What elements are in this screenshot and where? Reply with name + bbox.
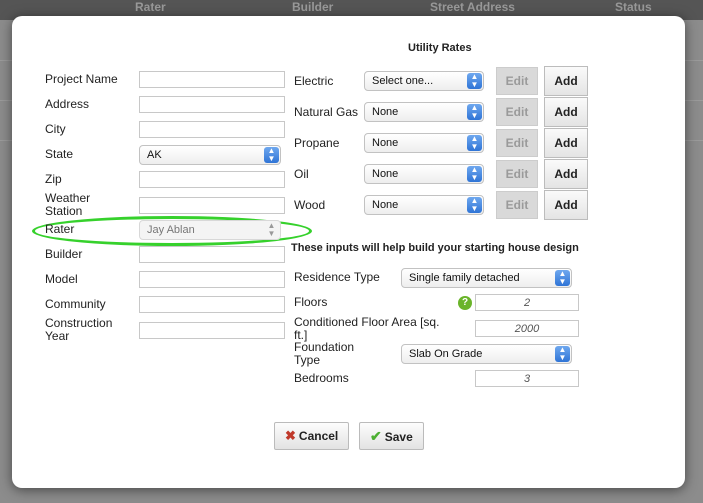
community-label: Community — [45, 297, 106, 311]
bedrooms-label: Bedrooms — [294, 371, 349, 385]
residence-type-label: Residence Type — [294, 270, 380, 284]
utility-edit-button-natural-gas[interactable]: Edit — [496, 98, 538, 126]
construction-year-label: Construction Year — [45, 316, 113, 343]
utility-label-propane: Propane — [294, 136, 340, 150]
utility-label-electric: Electric — [294, 74, 334, 88]
utility-add-button-oil[interactable]: Add — [544, 159, 588, 189]
utility-edit-button-oil[interactable]: Edit — [496, 160, 538, 188]
foundation-type-label: Foundation Type — [294, 340, 355, 367]
utility-select-natural-gas[interactable]: None ▲ ▼ — [364, 102, 484, 122]
foundation-type-value: Slab On Grade — [409, 348, 483, 360]
chevron-updown-icon: ▲ ▼ — [467, 104, 482, 120]
utility-select-value: None — [372, 137, 399, 149]
new-project-dialog: Project Name Address City State AK ▲ ▼ Zi… — [12, 16, 685, 488]
conditioned-floor-area-label: Conditioned Floor Area [sq. ft.] — [294, 315, 440, 342]
model-input[interactable] — [139, 271, 285, 288]
residence-type-select[interactable]: Single family detached ▲ ▼ — [401, 268, 572, 288]
utility-edit-button-electric[interactable]: Edit — [496, 67, 538, 95]
address-input[interactable] — [139, 96, 285, 113]
construction-year-input[interactable] — [139, 322, 285, 339]
community-input[interactable] — [139, 296, 285, 313]
weather-station-input[interactable] — [139, 197, 285, 214]
model-label: Model — [45, 272, 78, 286]
utility-select-electric[interactable]: Select one... ▲ ▼ — [364, 71, 484, 91]
rater-label: Rater — [45, 222, 75, 236]
utility-label-wood: Wood — [294, 198, 326, 212]
utility-select-wood[interactable]: None ▲ ▼ — [364, 195, 484, 215]
check-icon: ✔ — [370, 428, 382, 444]
utility-label-natural-gas: Natural Gas — [294, 105, 359, 119]
chevron-updown-icon: ▲ ▼ — [264, 147, 279, 163]
bg-col-builder: Builder — [292, 0, 334, 14]
chevron-updown-icon: ▲ ▼ — [467, 73, 482, 89]
builder-label: Builder — [45, 247, 83, 261]
address-label: Address — [45, 97, 90, 111]
zip-input[interactable] — [139, 171, 285, 188]
close-icon: ✖ — [285, 428, 296, 443]
cancel-button[interactable]: ✖ Cancel — [274, 422, 350, 450]
bedrooms-input[interactable] — [475, 370, 579, 387]
utility-select-value: Select one... — [372, 75, 434, 87]
utility-select-value: None — [372, 199, 399, 211]
chevron-updown-icon: ▲ ▼ — [467, 135, 482, 151]
help-icon[interactable]: ? — [458, 296, 472, 310]
utility-add-button-propane[interactable]: Add — [544, 128, 588, 158]
builder-input[interactable] — [139, 246, 285, 263]
state-select-value: AK — [147, 149, 162, 161]
project-name-label: Project Name — [45, 72, 118, 86]
save-button[interactable]: ✔ Save — [359, 422, 424, 450]
chevron-updown-icon: ▲ ▼ — [555, 346, 570, 362]
utility-label-oil: Oil — [294, 167, 309, 181]
city-label: City — [45, 122, 66, 136]
bg-col-status: Status — [615, 0, 652, 14]
project-name-input[interactable] — [139, 71, 285, 88]
bg-col-street-address: Street Address — [430, 0, 515, 14]
rater-select[interactable]: Jay Ablan ▲ ▼ — [139, 220, 281, 240]
utility-edit-button-propane[interactable]: Edit — [496, 129, 538, 157]
state-label: State — [45, 147, 74, 161]
utility-select-oil[interactable]: None ▲ ▼ — [364, 164, 484, 184]
house-design-title: These inputs will help build your starti… — [291, 242, 579, 254]
weather-station-label: Weather Station — [45, 191, 91, 218]
conditioned-floor-area-input[interactable] — [475, 320, 579, 337]
floors-input[interactable] — [475, 294, 579, 311]
utility-rates-title: Utility Rates — [408, 42, 472, 54]
rater-select-value: Jay Ablan — [147, 224, 195, 236]
bg-col-rater: Rater — [135, 0, 166, 14]
chevron-updown-icon: ▲ ▼ — [467, 197, 482, 213]
zip-label: Zip — [45, 172, 62, 186]
residence-type-value: Single family detached — [409, 272, 520, 284]
chevron-updown-icon: ▲ ▼ — [467, 166, 482, 182]
utility-select-value: None — [372, 168, 399, 180]
utility-edit-button-wood[interactable]: Edit — [496, 191, 538, 219]
chevron-updown-icon: ▲ ▼ — [555, 270, 570, 286]
utility-add-button-natural-gas[interactable]: Add — [544, 97, 588, 127]
utility-add-button-wood[interactable]: Add — [544, 190, 588, 220]
state-select[interactable]: AK ▲ ▼ — [139, 145, 281, 165]
floors-label: Floors — [294, 295, 328, 309]
chevron-updown-icon: ▲ ▼ — [267, 221, 276, 238]
save-button-label: Save — [384, 430, 413, 444]
cancel-button-label: Cancel — [298, 429, 339, 443]
utility-add-button-electric[interactable]: Add — [544, 66, 588, 96]
utility-select-value: None — [372, 106, 399, 118]
foundation-type-select[interactable]: Slab On Grade ▲ ▼ — [401, 344, 572, 364]
utility-select-propane[interactable]: None ▲ ▼ — [364, 133, 484, 153]
city-input[interactable] — [139, 121, 285, 138]
